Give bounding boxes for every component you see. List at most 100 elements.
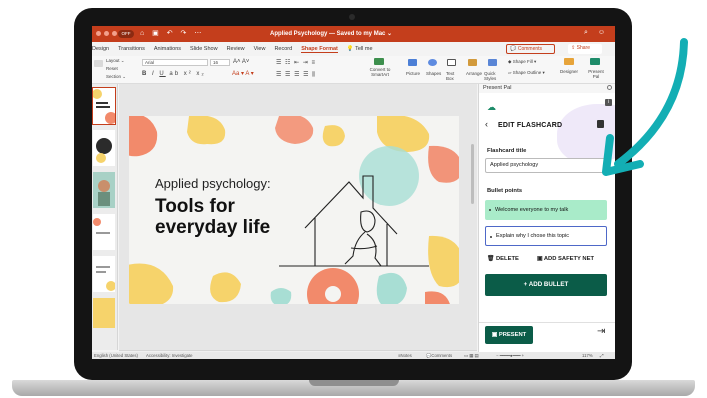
comments-label: Comments: [517, 46, 543, 52]
yellow-blob: [210, 272, 241, 303]
title-bar: OFF ⌂ ▣ ↶ ↷ ⋯ Applied Psychology — Saved…: [92, 26, 615, 42]
laptop-mockup: OFF ⌂ ▣ ↶ ↷ ⋯ Applied Psychology — Saved…: [0, 0, 707, 398]
quick-styles-icon[interactable]: [488, 59, 497, 66]
align-icons[interactable]: ☰ ☰ ☰ ☰ ⫼: [276, 71, 316, 79]
status-bar: English (United States) Accessibility: I…: [92, 352, 615, 359]
yellow-blob: [322, 125, 345, 147]
bullet-item[interactable]: Welcome everyone to my talk: [485, 200, 607, 220]
arrange-button[interactable]: Arrange: [466, 71, 482, 76]
arrange-icon[interactable]: [468, 59, 477, 66]
current-slide[interactable]: Applied psychology: Tools for everyday l…: [129, 116, 459, 304]
slide-thumbnail[interactable]: [93, 172, 115, 208]
slide-thumbnail[interactable]: [93, 298, 115, 328]
slide-title[interactable]: Tools for everyday life: [155, 196, 270, 238]
slide-subtitle[interactable]: Applied psychology:: [155, 176, 271, 191]
font-size-select[interactable]: 16: [210, 59, 230, 66]
shapes-button[interactable]: Shapes: [426, 71, 441, 76]
tab-shape-format[interactable]: Shape Format: [301, 46, 338, 53]
document-title: Applied Psychology — Saved to my Mac ⌄: [270, 31, 393, 37]
coral-blob: [428, 145, 459, 183]
tab-transitions[interactable]: Transitions: [118, 46, 145, 52]
reset-button[interactable]: Reset: [106, 66, 118, 71]
format-buttons[interactable]: B I U ab x² x₂: [142, 71, 206, 77]
tab-animations[interactable]: Animations: [154, 46, 181, 52]
flashcard-title-input[interactable]: Applied psychology: [485, 158, 607, 173]
text-box-icon[interactable]: [447, 59, 456, 66]
shape-fill-label: Shape Fill: [512, 59, 533, 64]
layout-button[interactable]: Layout ⌄: [106, 58, 125, 64]
slide-thumbnail[interactable]: [92, 87, 116, 125]
tell-me-search[interactable]: 💡 Tell me: [347, 46, 382, 52]
list-icons[interactable]: ☰ ☷ ⇤ ⇥ ≡: [276, 59, 316, 66]
autosave-toggle[interactable]: OFF: [118, 30, 134, 38]
tab-review[interactable]: Review: [227, 46, 245, 52]
coral-blob: [425, 291, 450, 304]
accessibility-status[interactable]: Accessibility: Investigate: [146, 352, 193, 359]
font-grow-shrink-icon[interactable]: A˄ A˅: [233, 59, 249, 65]
close-dot[interactable]: [96, 31, 101, 36]
bullet-actions: 🗑 DELETE ▣ ADD SAFETY NET: [487, 256, 609, 265]
slide-thumbnail[interactable]: [93, 256, 115, 292]
smartart-icon[interactable]: [374, 58, 384, 65]
designer-button[interactable]: Designer: [560, 69, 578, 74]
thumbnail-art: [96, 266, 115, 291]
text-box-button[interactable]: Text Box: [446, 71, 460, 81]
picture-button[interactable]: Picture: [406, 71, 420, 76]
zoom-level[interactable]: 117%: [582, 352, 593, 359]
tab-view-ribbon[interactable]: Design: [92, 46, 109, 52]
language-status[interactable]: English (United States): [94, 352, 138, 359]
bullet-item-editing[interactable]: Explain why I chose this topic: [485, 226, 607, 246]
section-button[interactable]: Section ⌄: [106, 74, 126, 80]
shape-fill-button[interactable]: ◆ Shape Fill ▾: [508, 59, 536, 65]
laptop-notch: [309, 380, 399, 386]
powerpoint-window: OFF ⌂ ▣ ↶ ↷ ⋯ Applied Psychology — Saved…: [92, 26, 615, 359]
minimize-dot[interactable]: [104, 31, 109, 36]
bullet-points-label: Bullet points: [487, 188, 523, 194]
add-bullet-button[interactable]: + ADD BULLET: [485, 274, 607, 296]
slide-thumbnail[interactable]: [93, 214, 115, 250]
zoom-dot[interactable]: [112, 31, 117, 36]
vertical-scrollbar[interactable]: [471, 144, 474, 204]
tab-slideshow[interactable]: Slide Show: [190, 46, 218, 52]
cloud-sync-icon: ☁: [487, 102, 496, 112]
zoom-slider[interactable]: − ━━━━●━━━ +: [496, 352, 524, 359]
picture-icon[interactable]: [408, 59, 417, 66]
slide-thumbnails: [92, 84, 118, 350]
exit-icon[interactable]: ⇥: [597, 326, 605, 337]
add-safety-net-button[interactable]: ▣ ADD SAFETY NET: [537, 256, 594, 262]
delete-button[interactable]: 🗑 DELETE: [487, 256, 519, 262]
bullet-dot: [489, 209, 491, 211]
yellow-blob: [428, 235, 459, 287]
thumbnail-art: [96, 138, 112, 163]
shape-outline-button[interactable]: ▱ Shape Outline ▾: [508, 70, 545, 76]
thumbnail-art: [93, 89, 115, 124]
chevron-left-icon[interactable]: ‹: [485, 119, 488, 129]
yellow-blob: [129, 263, 174, 304]
present-button[interactable]: ▣ PRESENT: [485, 326, 533, 344]
designer-icon[interactable]: [564, 58, 574, 65]
convert-smartart-label[interactable]: Convert to SmartArt: [362, 67, 398, 77]
coral-blob: [129, 116, 158, 157]
slide-thumbnail[interactable]: [93, 130, 115, 166]
comments-button[interactable]: 💬 Comments: [506, 44, 556, 54]
new-slide-icon[interactable]: [94, 60, 103, 67]
comments-toggle[interactable]: 💬 Comments: [426, 352, 452, 359]
fit-icon[interactable]: ⤢: [600, 352, 603, 359]
share-label: Share: [576, 45, 590, 51]
tab-record[interactable]: Record: [274, 46, 292, 52]
thumbnail-art: [93, 172, 115, 208]
quick-styles-button[interactable]: Quick Styles: [484, 71, 504, 81]
view-icons[interactable]: ▭ ▦ ▤: [464, 352, 479, 359]
delete-label: DELETE: [495, 256, 519, 262]
annotation-arrow: [602, 38, 688, 176]
font-color-icon[interactable]: Aa ▾ A ▾: [232, 70, 254, 77]
font-name-select[interactable]: Arial: [142, 59, 208, 66]
tab-view[interactable]: View: [254, 46, 266, 52]
notes-toggle[interactable]: ≡ Notes: [398, 352, 412, 359]
shape-outline-label: Shape Outline: [512, 70, 542, 75]
present-pal-pane: Present Pal ☁ i ‹ EDIT FLASHCARD Flashca…: [478, 84, 615, 352]
bullet-text: Welcome everyone to my talk: [495, 207, 569, 213]
quick-access-icons[interactable]: ⌂ ▣ ↶ ↷ ⋯: [140, 29, 204, 37]
shapes-icon[interactable]: [428, 59, 437, 66]
camera: [349, 14, 355, 20]
